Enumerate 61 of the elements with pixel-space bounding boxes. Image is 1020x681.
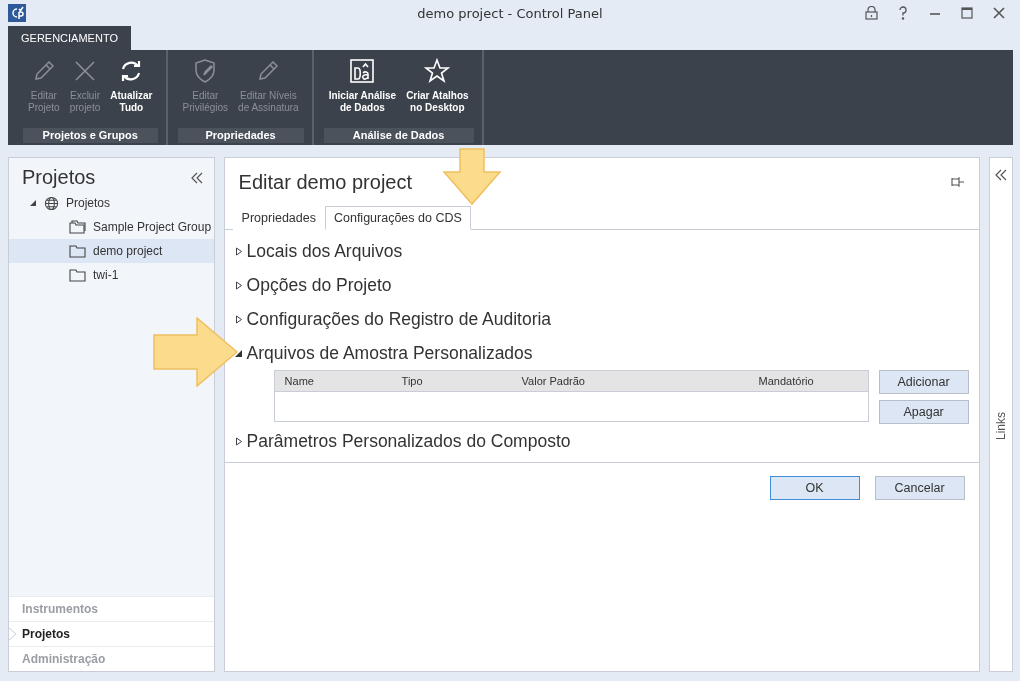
globe-icon — [44, 195, 59, 211]
tree-label: twi-1 — [93, 268, 119, 282]
tree-item[interactable]: demo project — [9, 239, 214, 263]
tree-item[interactable]: Sample Project Group — [9, 215, 214, 239]
table-action-button[interactable]: Apagar — [878, 400, 969, 424]
table-action-button[interactable]: Adicionar — [878, 370, 969, 394]
folder-group-icon — [69, 220, 86, 234]
section-title: Parâmetros Personalizados do Composto — [246, 430, 571, 452]
help-icon[interactable] — [896, 6, 910, 20]
tree-item[interactable]: Projetos — [9, 191, 214, 215]
column-header[interactable]: Tipo — [401, 375, 522, 387]
ribbon-tab[interactable]: GERENCIAMENTO — [8, 26, 131, 50]
expand-icon[interactable] — [234, 314, 243, 324]
section-header[interactable]: Locais dos Arquivos — [234, 234, 969, 268]
section-header[interactable]: Opções do Projeto — [234, 268, 969, 302]
folder-icon — [69, 268, 86, 282]
ribbon-button[interactable]: Atualizar Tudo — [105, 50, 158, 128]
section-header[interactable]: Parâmetros Personalizados do Composto — [234, 424, 969, 458]
dialog-button[interactable]: Cancelar — [874, 476, 965, 500]
nav-item[interactable]: Projetos — [9, 621, 214, 646]
section-title: Opções do Projeto — [246, 274, 392, 296]
lock-icon[interactable] — [864, 6, 878, 20]
column-header[interactable]: Valor Padrão — [521, 375, 759, 387]
section-title: Arquivos de Amostra Personalizados — [246, 342, 533, 364]
section-title: Locais dos Arquivos — [246, 240, 403, 262]
data-analysis-icon — [349, 58, 376, 84]
folder-icon — [69, 244, 86, 258]
section-title: Configurações do Registro de Auditoria — [246, 308, 552, 330]
links-label[interactable]: Links — [993, 412, 1008, 440]
column-header[interactable]: Mandatório — [758, 375, 868, 387]
close-icon[interactable] — [992, 6, 1006, 20]
collapse-icon[interactable] — [189, 170, 204, 185]
page-title: Editar demo project — [238, 170, 412, 194]
tab[interactable]: Configurações do CDS — [324, 206, 471, 230]
expand-icon[interactable] — [234, 246, 243, 256]
callout-arrow — [442, 148, 502, 206]
star-icon — [424, 58, 451, 84]
collapse-icon[interactable] — [29, 199, 37, 207]
nav-label: Projetos — [22, 627, 70, 641]
tree-label: demo project — [93, 244, 163, 258]
app-logo — [8, 4, 26, 22]
column-header[interactable]: Name — [284, 375, 402, 387]
tree-label: Sample Project Group — [93, 220, 212, 234]
expand-icon[interactable] — [234, 280, 243, 290]
dialog-button[interactable]: OK — [769, 476, 860, 500]
window-title: demo project - Control Panel — [416, 5, 604, 21]
tree-item[interactable]: twi-1 — [9, 263, 214, 287]
expand-icon[interactable] — [993, 168, 1008, 182]
ribbon-button[interactable]: Criar Atalhos no Desktop — [401, 50, 474, 128]
group-label: Projetos e Grupos — [23, 128, 158, 143]
section-header[interactable]: Configurações do Registro de Auditoria — [234, 302, 969, 336]
group-label: Análise de Dados — [323, 128, 474, 143]
tree-label: Projetos — [66, 196, 111, 210]
pin-icon[interactable] — [950, 176, 965, 188]
expand-icon[interactable] — [234, 436, 243, 446]
nav-label: Instrumentos — [22, 602, 98, 616]
sidebar-title: Projetos — [22, 166, 96, 189]
nav-label: Administração — [22, 652, 106, 666]
group-label: Propriedades — [177, 128, 304, 143]
ribbon-button[interactable]: Iniciar Análise de Dados — [323, 50, 402, 128]
maximize-icon[interactable] — [960, 6, 974, 20]
